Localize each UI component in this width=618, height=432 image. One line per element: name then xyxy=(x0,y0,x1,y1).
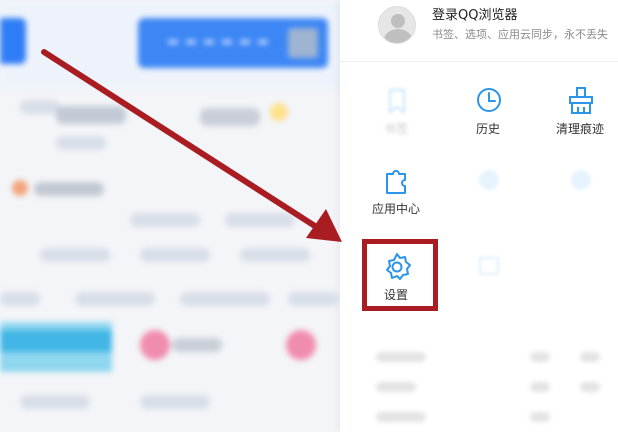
background-dot xyxy=(12,180,28,196)
menu-item-app-center[interactable]: 应用中心 xyxy=(358,166,434,226)
menu-item-hidden[interactable] xyxy=(450,166,526,226)
menu-item-hidden[interactable] xyxy=(542,166,618,226)
background-line xyxy=(130,213,200,227)
background-icon xyxy=(286,330,316,360)
background-line xyxy=(225,213,295,227)
background-line xyxy=(75,292,155,306)
avatar[interactable] xyxy=(378,6,416,44)
background-line xyxy=(200,108,260,126)
clock-icon xyxy=(474,86,504,116)
background-line xyxy=(140,395,210,409)
app-icon xyxy=(566,166,596,196)
background-line xyxy=(56,136,106,150)
background-line xyxy=(288,292,338,306)
background-line xyxy=(20,100,60,114)
menu-lower-list xyxy=(340,330,618,432)
app-icon xyxy=(474,166,504,196)
background-line xyxy=(180,292,270,306)
login-subtitle: 书签、选项、应用云同步，永不丢失 xyxy=(432,28,608,41)
background-line xyxy=(0,292,40,306)
menu-item-label: 清理痕迹 xyxy=(555,122,604,136)
menu-item-bookmarks[interactable]: 书签 xyxy=(358,86,434,146)
background-line xyxy=(34,182,104,196)
broom-icon xyxy=(566,86,596,116)
login-header[interactable]: 登录QQ浏览器 书签、选项、应用云同步，永不丢失 xyxy=(340,0,618,62)
background-line xyxy=(40,248,110,262)
background-icon xyxy=(140,330,170,360)
background-line xyxy=(240,248,310,262)
background-line xyxy=(140,248,210,262)
background-line xyxy=(172,338,222,352)
background-card xyxy=(0,330,112,352)
background-line xyxy=(20,395,90,409)
menu-item-label: 书签 xyxy=(383,122,408,136)
background-badge xyxy=(270,103,288,121)
background-button xyxy=(288,28,318,58)
menu-item-label: 历史 xyxy=(475,122,500,136)
login-title[interactable]: 登录QQ浏览器 xyxy=(432,4,517,23)
bookmark-icon xyxy=(382,86,412,116)
menu-item-label: 应用中心 xyxy=(371,202,420,216)
background-blue-tab xyxy=(0,18,26,64)
settings-highlight-box xyxy=(362,239,438,311)
app-icon xyxy=(474,252,504,282)
puzzle-icon xyxy=(382,166,412,196)
browser-menu-panel: 登录QQ浏览器 书签、选项、应用云同步，永不丢失 书签 历史 清理痕迹 应用中心… xyxy=(340,0,618,432)
background-line xyxy=(56,106,126,124)
menu-item-history[interactable]: 历史 xyxy=(450,86,526,146)
menu-item-hidden[interactable] xyxy=(450,252,526,312)
menu-item-clear-traces[interactable]: 清理痕迹 xyxy=(542,86,618,146)
